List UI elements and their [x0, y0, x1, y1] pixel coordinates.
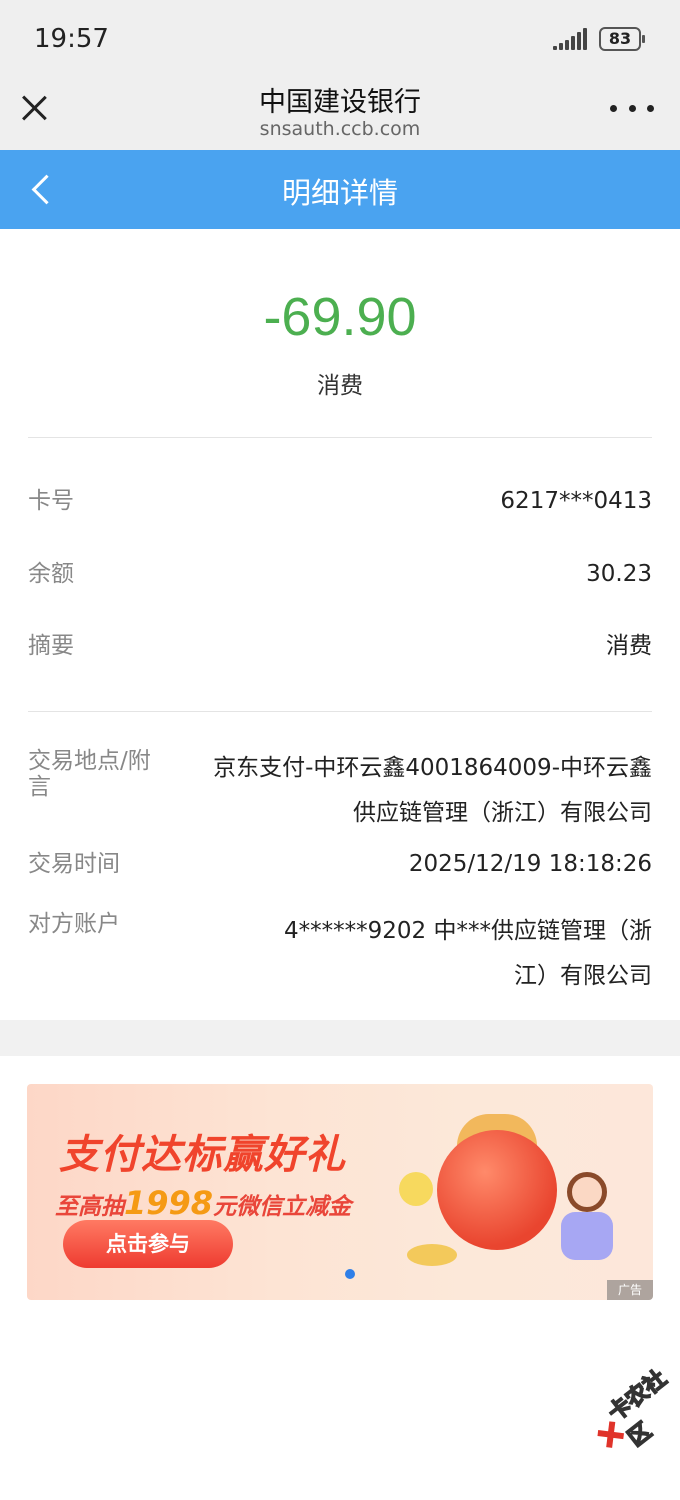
transaction-amount: -69.90 — [263, 287, 417, 347]
page-title: 明细详情 — [281, 176, 398, 210]
battery-icon: 83 — [599, 27, 645, 51]
gift-bag-icon — [437, 1130, 557, 1250]
card-number-value: 6217***0413 — [500, 488, 652, 514]
ad-subtitle: 至高抽1998元微信立减金 — [55, 1184, 352, 1222]
section-separator — [0, 1020, 680, 1056]
summary-value: 消费 — [606, 633, 652, 659]
location-value: 京东支付-中环云鑫4001864009-中环云鑫 供应链管理（浙江）有限公司 — [213, 755, 652, 826]
summary-label: 摘要 — [28, 633, 74, 659]
signal-icon — [553, 28, 593, 50]
flower-icon — [399, 1172, 433, 1206]
ad-title: 支付达标赢好礼 — [59, 1132, 346, 1178]
card-number-label: 卡号 — [28, 488, 74, 514]
ad-banner[interactable]: 支付达标赢好礼 至高抽1998元微信立减金 点击参与 广告 — [27, 1084, 653, 1300]
balance-label: 余额 — [28, 561, 74, 587]
ad-join-button[interactable]: 点击参与 — [63, 1220, 233, 1268]
transaction-type: 消费 — [317, 373, 363, 399]
location-label: 交易地点/附 言 — [28, 748, 151, 800]
girl-illustration — [567, 1172, 607, 1212]
page-header: 明细详情 — [0, 150, 680, 229]
counterparty-value: 4******9202 中***供应链管理（浙 江）有限公司 — [284, 918, 652, 989]
transaction-time-label: 交易时间 — [28, 851, 120, 877]
transaction-time-value: 2025/12/19 18:18:26 — [408, 851, 652, 877]
status-bar: 19:57 83 — [0, 0, 680, 74]
carousel-indicator[interactable] — [345, 1269, 355, 1279]
balance-value: 30.23 — [586, 561, 652, 587]
more-icon[interactable] — [610, 96, 654, 120]
status-time: 19:57 — [34, 24, 109, 54]
browser-title: 中国建设银行 — [259, 87, 421, 118]
coin-icon — [407, 1244, 457, 1266]
back-icon[interactable] — [22, 170, 62, 210]
close-icon[interactable] — [16, 90, 52, 126]
divider — [28, 437, 652, 438]
browser-header: 中国建设银行 snsauth.ccb.com — [0, 74, 680, 150]
watermark: 卡农社区 — [580, 1356, 680, 1468]
girl-illustration — [561, 1212, 613, 1260]
counterparty-label: 对方账户 — [28, 911, 120, 937]
divider — [28, 711, 652, 712]
ad-tag: 广告 — [607, 1280, 653, 1300]
browser-url: snsauth.ccb.com — [259, 118, 421, 140]
